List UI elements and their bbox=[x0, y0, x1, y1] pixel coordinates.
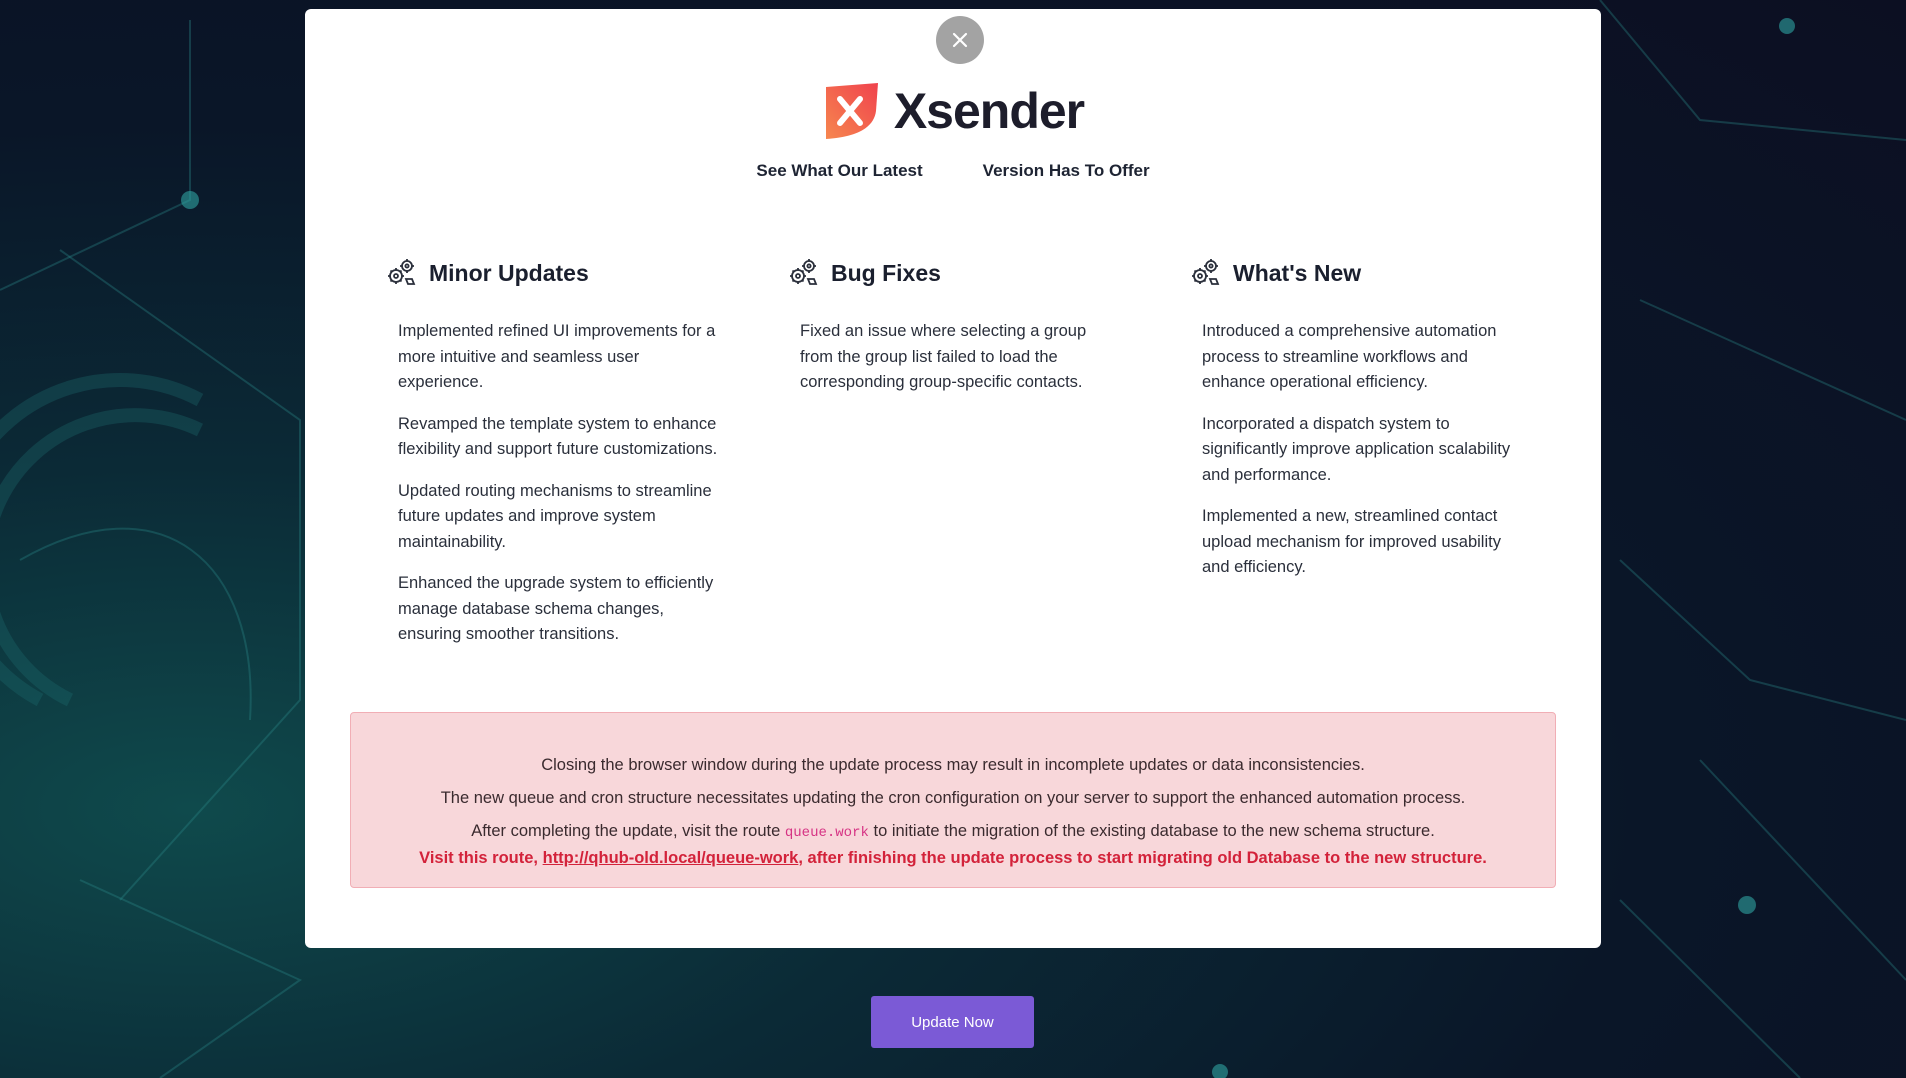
list-item: Revamped the template system to enhance … bbox=[398, 414, 718, 459]
column-title: Minor Updates bbox=[429, 259, 589, 286]
list-item: Updated routing mechanisms to streamline… bbox=[398, 481, 712, 551]
warn-after: , after finishing the update process to … bbox=[798, 849, 1487, 867]
alert-line-3-before: After completing the update, visit the r… bbox=[471, 822, 781, 840]
update-list: Implemented refined UI improvements for … bbox=[385, 319, 745, 648]
list-item: Implemented refined UI improvements for … bbox=[398, 322, 716, 391]
brand-name: Xsender bbox=[893, 83, 1085, 139]
column-whats-new: What's New Introduced a comprehensive au… bbox=[1189, 249, 1549, 597]
update-warning-alert: Closing the browser window during the up… bbox=[350, 712, 1556, 888]
close-button[interactable] bbox=[936, 16, 984, 64]
list-item: Introduced a comprehensive automation pr… bbox=[1202, 322, 1497, 391]
queue-work-link[interactable]: http://qhub-old.local/queue-work bbox=[543, 849, 799, 867]
xsender-logo-icon bbox=[825, 83, 878, 139]
migration-warning: Visit this route, http://qhub-old.local/… bbox=[351, 846, 1555, 871]
list-item: Fixed an issue where selecting a group f… bbox=[800, 322, 1087, 391]
column-title: Bug Fixes bbox=[831, 259, 941, 286]
alert-line-2: The new queue and cron structure necessi… bbox=[440, 789, 1466, 807]
list-item: Incorporated a dispatch system to signif… bbox=[1202, 414, 1511, 484]
whats-new-list: Introduced a comprehensive automation pr… bbox=[1189, 319, 1549, 581]
tagline-part-2: Version Has To Offer bbox=[982, 161, 1150, 180]
gears-icon bbox=[790, 259, 818, 285]
close-icon bbox=[952, 32, 968, 48]
column-minor-updates: Minor Updates Implemented refined UI imp… bbox=[385, 249, 745, 664]
route-code: queue.work bbox=[784, 825, 869, 841]
column-title: What's New bbox=[1233, 259, 1362, 286]
alert-line-3-after: to initiate the migration of the existin… bbox=[873, 822, 1435, 840]
gears-icon bbox=[388, 259, 416, 285]
alert-line-1: Closing the browser window during the up… bbox=[541, 756, 1365, 774]
update-now-button[interactable]: Update Now bbox=[871, 996, 1034, 1048]
tagline-part-1: See What Our Latest bbox=[756, 161, 923, 180]
list-item: Enhanced the upgrade system to efficient… bbox=[398, 574, 714, 643]
tagline: See What Our Latest Version Has To Offer bbox=[305, 161, 1601, 181]
alert-line-3: After completing the update, visit the r… bbox=[351, 819, 1555, 846]
column-bug-fixes: Bug Fixes Fixed an issue where selecting… bbox=[787, 249, 1147, 412]
bug-fix-list: Fixed an issue where selecting a group f… bbox=[787, 319, 1147, 396]
brand-logo: Xsender bbox=[305, 81, 1601, 141]
update-modal: Xsender See What Our Latest Version Has T… bbox=[305, 9, 1601, 948]
list-item: Implemented a new, streamlined contact u… bbox=[1202, 507, 1501, 576]
gears-icon bbox=[1192, 259, 1220, 285]
warn-before: Visit this route, bbox=[419, 849, 539, 867]
